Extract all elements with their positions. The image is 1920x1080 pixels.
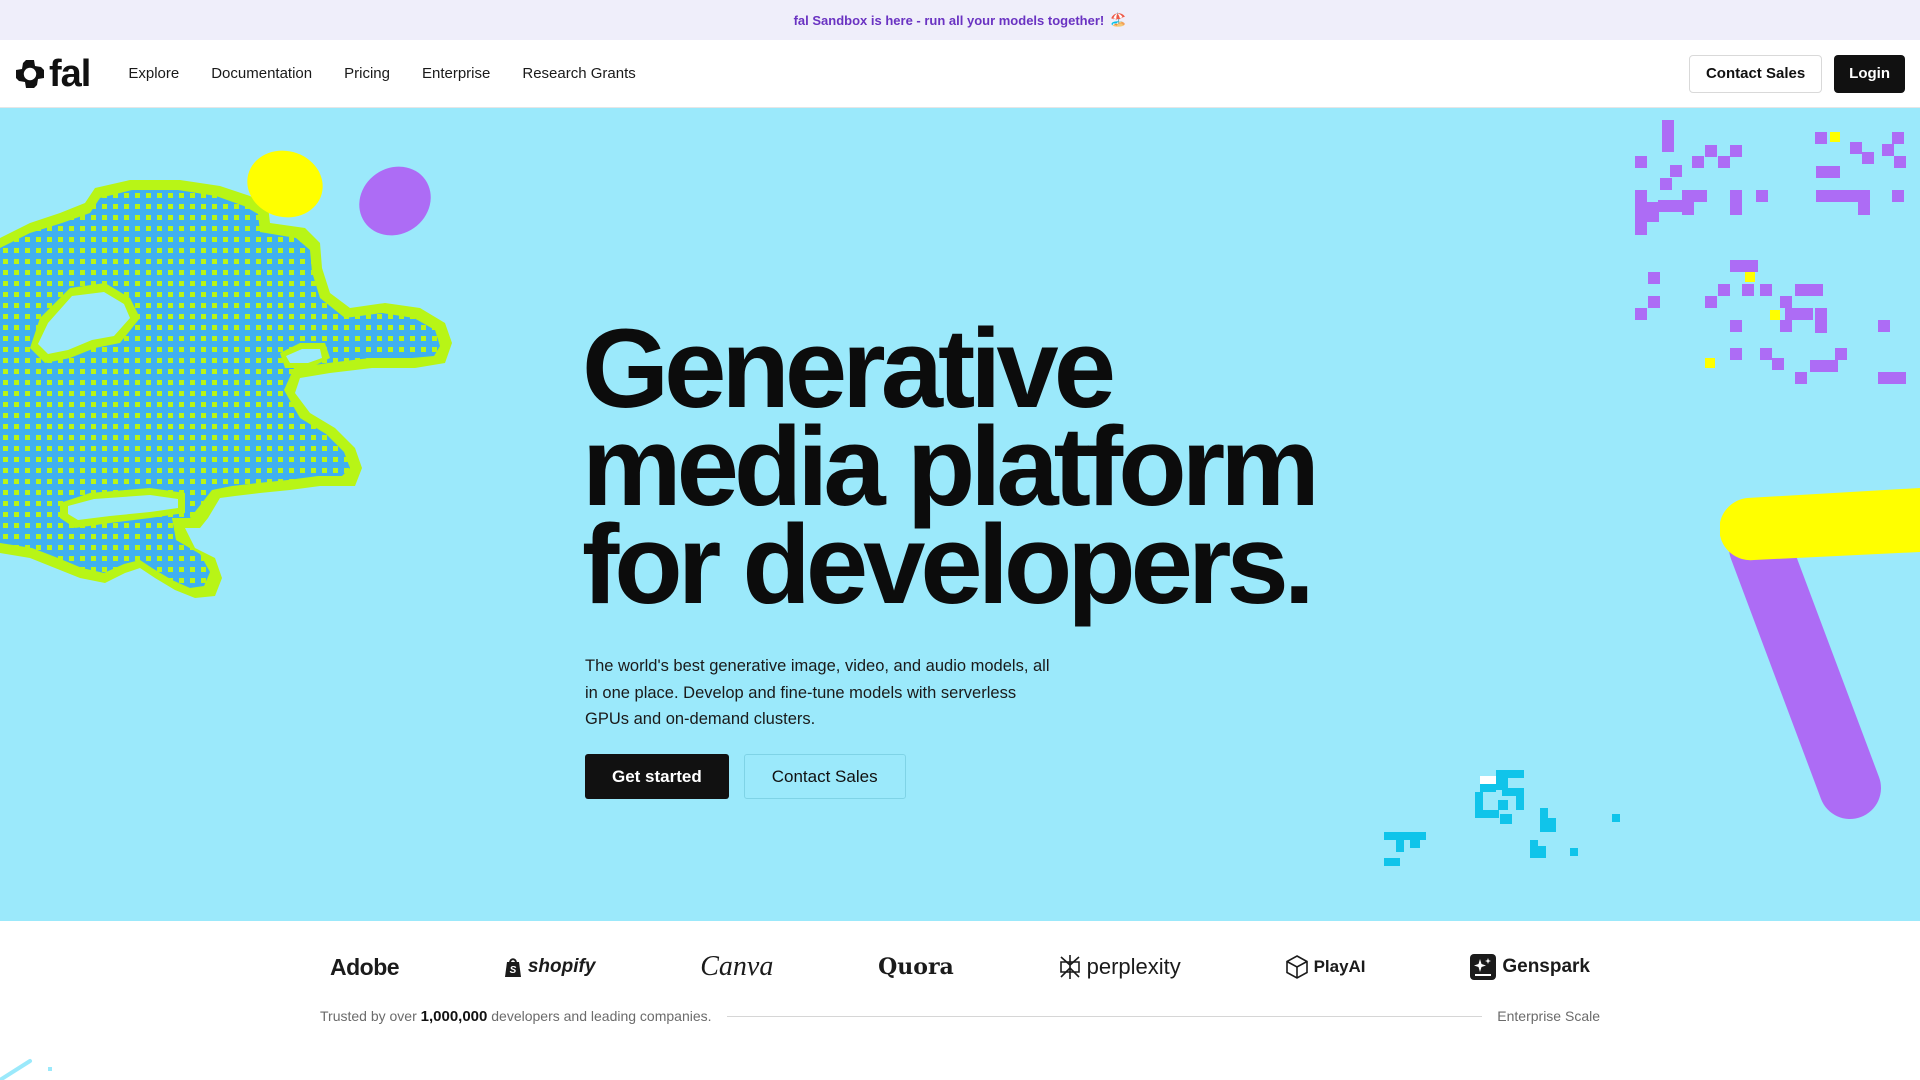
trust-count: 1,000,000 [420, 1007, 488, 1025]
announcement-text[interactable]: fal Sandbox is here - run all your model… [794, 13, 1105, 28]
genspark-sparkle-icon [1470, 954, 1497, 980]
cyan-streak-decoration-icon [0, 1059, 52, 1080]
yellow-purple-stick-illustration [1720, 488, 1920, 819]
trust-statement: Trusted by over 1,000,000 developers and… [320, 1008, 712, 1025]
hero-contact-sales-button[interactable]: Contact Sales [743, 754, 906, 799]
perplexity-logo: perplexity [1059, 954, 1181, 980]
trust-prefix: Trusted by over [320, 1007, 417, 1024]
hero-title: Generative media platform for developers… [582, 313, 1462, 627]
genspark-logo: Genspark [1470, 954, 1590, 980]
svg-text:S: S [510, 965, 517, 976]
yellow-blob-icon [247, 150, 323, 218]
enterprise-scale-label: Enterprise Scale [1497, 1008, 1600, 1024]
hero-title-line: for developers. [582, 502, 1315, 627]
nav-link-explore[interactable]: Explore [128, 65, 179, 82]
customer-logo-row: Adobe S shopify Canva Quora perplexity P… [330, 947, 1590, 987]
nav-link-research-grants[interactable]: Research Grants [522, 65, 635, 82]
perplexity-mark-icon [1059, 955, 1080, 979]
contact-sales-button[interactable]: Contact Sales [1688, 54, 1823, 93]
nav-link-pricing[interactable]: Pricing [344, 65, 390, 82]
get-started-button[interactable]: Get started [585, 754, 729, 799]
playai-cube-icon [1285, 955, 1308, 979]
perplexity-logo-text: perplexity [1086, 954, 1181, 979]
hero-section: Generative media platform for developers… [0, 108, 1920, 921]
nav-link-documentation[interactable]: Documentation [211, 65, 312, 82]
cyan-pixel-scatter-illustration [1384, 770, 1620, 866]
canva-logo: Canva [700, 951, 774, 982]
pixel-blob-illustration [0, 180, 452, 598]
fal-logo-mark-icon [16, 59, 44, 88]
hero-cta-group: Get started Contact Sales [585, 754, 906, 799]
shopify-logo: S shopify [504, 956, 596, 978]
hero-subtitle: The world's best generative image, video… [585, 657, 1050, 728]
purple-pixel-scatter-illustration [1635, 120, 1906, 384]
customer-logos-section: Adobe S shopify Canva Quora perplexity P… [0, 921, 1920, 1080]
adobe-logo: Adobe [330, 953, 400, 980]
login-button[interactable]: Login [1834, 54, 1905, 93]
playai-logo-text: PlayAI [1313, 957, 1366, 976]
announcement-bar[interactable]: fal Sandbox is here - run all your model… [0, 0, 1920, 40]
nav-links: Explore Documentation Pricing Enterprise… [128, 65, 635, 82]
genspark-logo-text: Genspark [1502, 956, 1590, 977]
shopify-bag-icon: S [504, 958, 521, 977]
nav-link-enterprise[interactable]: Enterprise [422, 65, 490, 82]
fal-logo-text: fal [49, 52, 91, 95]
purple-blob-icon [359, 166, 431, 236]
beach-emoji-icon: 🏖️ [1110, 12, 1127, 27]
trust-divider [726, 1015, 1483, 1017]
playai-logo: PlayAI [1285, 955, 1366, 979]
trust-row: Trusted by over 1,000,000 developers and… [320, 1005, 1600, 1027]
trust-suffix: developers and leading companies. [491, 1007, 712, 1024]
shopify-logo-text: shopify [527, 956, 596, 977]
top-navigation: fal Explore Documentation Pricing Enterp… [0, 40, 1920, 108]
fal-logo[interactable]: fal [15, 52, 91, 95]
nav-actions: Contact Sales Login [1688, 54, 1905, 93]
quora-logo: Quora [878, 954, 954, 980]
